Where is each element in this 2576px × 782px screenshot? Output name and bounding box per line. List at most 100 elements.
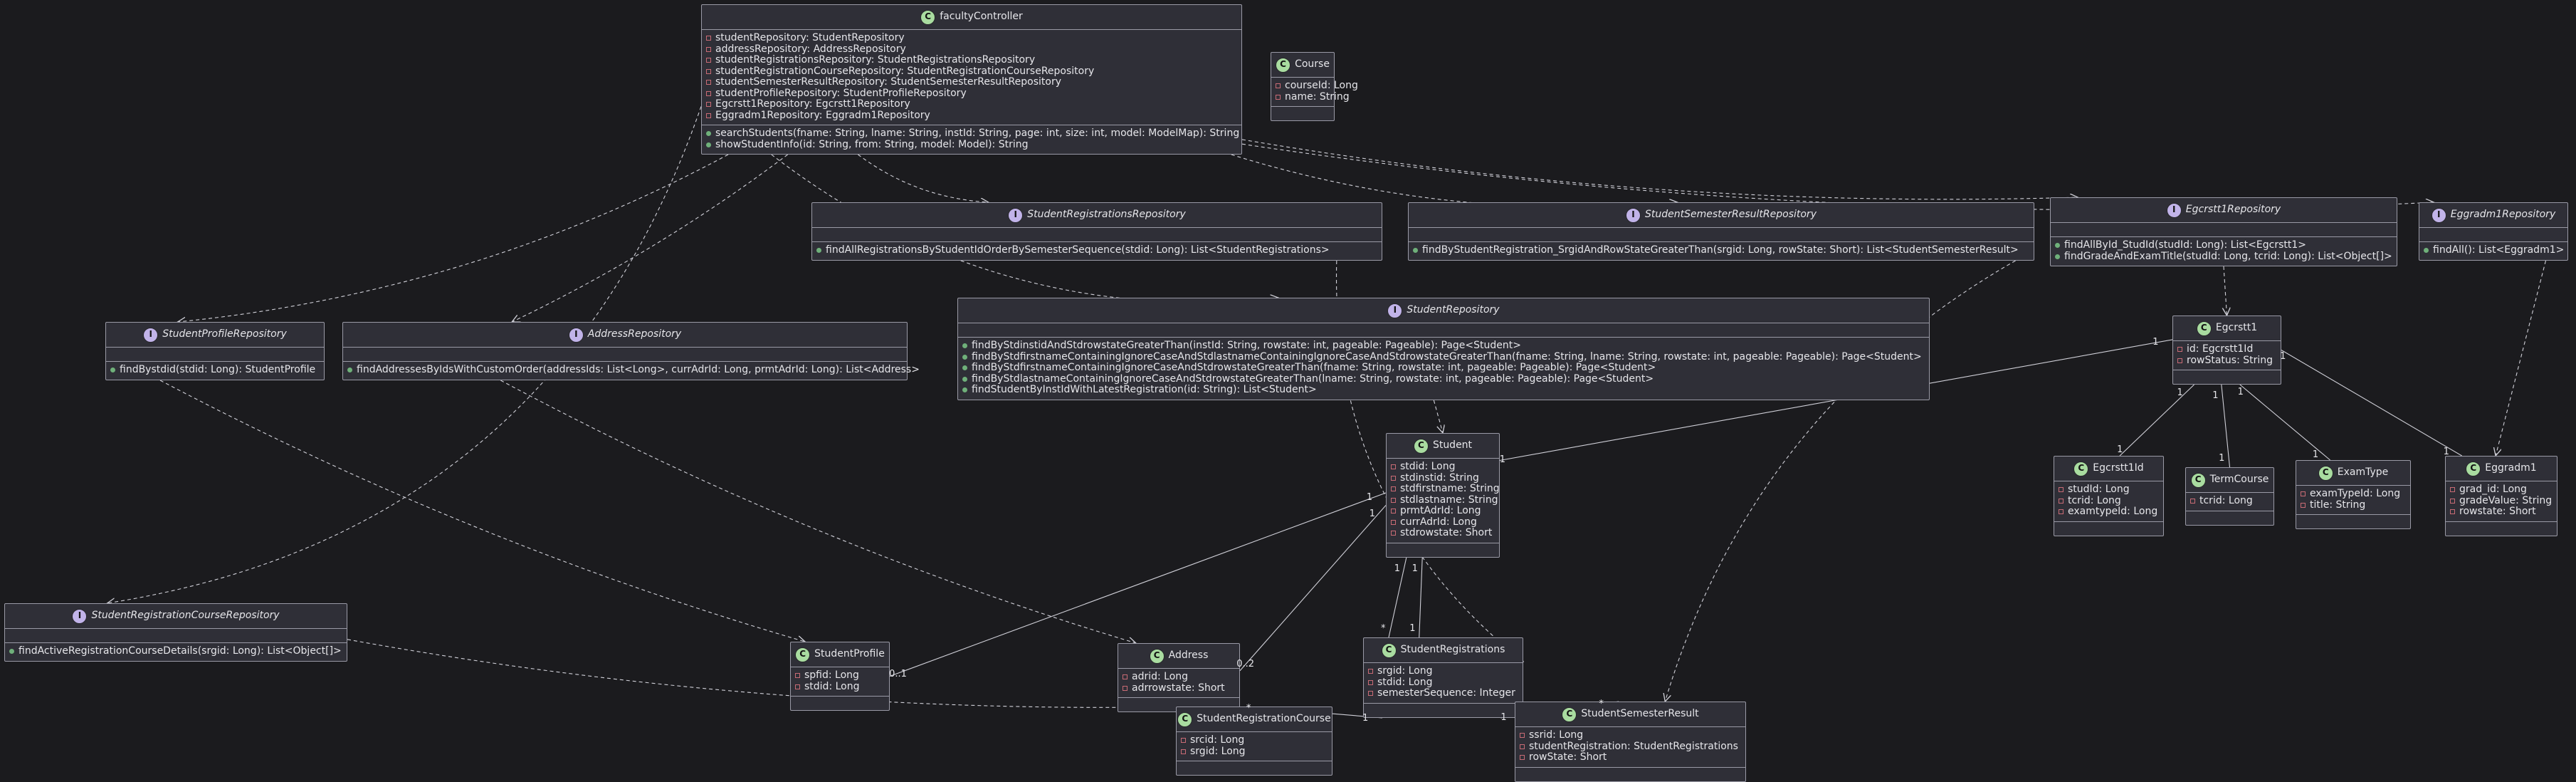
public-visibility-icon [706, 131, 711, 137]
class-box-studentProfile[interactable]: C StudentProfile spfid: Long stdid: Long [790, 642, 890, 711]
class-box-studentSemesterResultRepository[interactable]: I StudentSemesterResultRepository findBySt… [1408, 202, 2034, 261]
field-row: tcrid: Long [2059, 494, 2159, 507]
field-text: name: String [1285, 90, 1350, 103]
private-visibility-icon [1520, 744, 1525, 749]
class-box-studentRepository[interactable]: I StudentRepository findByStdinstidAndStdr… [957, 298, 1930, 400]
method-row: findBystdid(stdid: Long): StudentProfile [110, 364, 320, 376]
private-visibility-icon [2177, 347, 2182, 353]
class-box-egcrstt1[interactable]: C Egcrstt1 id: Egcrstt1Id rowStatus: String [2172, 316, 2281, 385]
private-visibility-icon [1123, 685, 1127, 691]
class-box-egcrstt1Id[interactable]: C Egcrstt1Id studId: Long tcrid: Long examty… [2054, 456, 2164, 536]
field-row: title: String [2301, 499, 2406, 511]
class-header: C StudentProfile [791, 642, 889, 667]
multiplicity-label: * [1246, 703, 1251, 714]
class-box-studentRegistrationCourseRepository[interactable]: I StudentRegistrationCourseRepository find… [4, 603, 347, 662]
field-text: srcid: Long [1190, 734, 1245, 746]
interface-stereotype-icon: I [2166, 202, 2182, 218]
class-box-studentRegistrationsRepository[interactable]: I StudentRegistrationsRepository findAllRe… [811, 202, 1382, 261]
class-name: StudentRegistrationCourseRepository [91, 610, 280, 622]
methods-section [1387, 542, 1499, 557]
field-text: tcrid: Long [2068, 494, 2121, 506]
private-visibility-icon [1391, 509, 1396, 514]
class-box-student[interactable]: C Student stdid: Long stdinstid: String stdf… [1386, 433, 1500, 558]
class-box-termCourse[interactable]: C TermCourse tcrid: Long [2185, 467, 2274, 526]
class-name: Egcrstt1 [2215, 322, 2258, 334]
class-box-addressRepository[interactable]: I AddressRepository findAddressesByIdsWith… [342, 322, 920, 380]
class-name: Student [1432, 439, 1473, 452]
field-text: stdlastname: String [1400, 494, 1498, 506]
private-visibility-icon [706, 68, 711, 74]
method-row: searchStudents(fname: String, lname: Str… [706, 127, 1239, 140]
field-text: srgid: Long [1377, 665, 1433, 677]
method-text: findByStdfirstnameContainingIgnoreCaseAn… [972, 350, 1922, 363]
method-row: showStudentInfo(id: String, from: String… [706, 139, 1237, 151]
dependency-edge [500, 380, 1135, 643]
class-header: I StudentRegistrationsRepository [812, 203, 1382, 228]
class-box-studentSemesterResult[interactable]: C StudentSemesterResult ssrid: Long student… [1515, 702, 1746, 782]
public-visibility-icon [962, 354, 967, 360]
field-text: semesterSequence: Integer [1377, 687, 1515, 699]
field-text: tcrid: Long [2199, 495, 2253, 506]
interface-stereotype-icon: I [143, 327, 159, 343]
method-text: findByStdfirstnameContainingIgnoreCaseAn… [972, 362, 1656, 373]
multiplicity-label: * [1599, 698, 1604, 709]
private-visibility-icon [1181, 749, 1186, 754]
field-row: spfid: Long [795, 669, 885, 682]
field-text: stdid: Long [1377, 676, 1433, 688]
class-box-studentProfileRepository[interactable]: I StudentProfileRepository findBystdid(std… [105, 322, 325, 380]
class-box-studentRegistrationCourse[interactable]: C StudentRegistrationCourse srcid: Long srg… [1176, 707, 1332, 776]
private-visibility-icon [2059, 509, 2064, 515]
field-row: courseId: Long [1276, 80, 1358, 92]
field-row: stdid: Long [795, 681, 885, 693]
fields-section [343, 348, 907, 361]
methods-section [2296, 514, 2410, 528]
private-visibility-icon [795, 673, 800, 679]
class-header: CfacultyController [702, 5, 1241, 30]
class-stereotype-icon: C [1413, 438, 1429, 454]
private-visibility-icon [706, 36, 711, 41]
field-text: studId: Long [2068, 484, 2130, 495]
method-row: findActiveRegistrationCourseDetails(srgi… [9, 645, 342, 657]
class-box-examType[interactable]: C ExamType examTypeId: Long title: String [2296, 460, 2411, 529]
public-visibility-icon [2055, 254, 2060, 259]
field-text: adrrowstate: Short [1132, 682, 1225, 694]
fields-section: stdid: Long stdinstid: String stdfirstname… [1387, 459, 1500, 543]
field-text: studentRepository: StudentRepository [715, 32, 905, 43]
field-row: tcrid: Long [2190, 495, 2269, 507]
class-box-facultyController[interactable]: CfacultyController studentRepository: Stu… [701, 4, 1242, 155]
fields-section: adrid: Long adrrowstate: Short [1118, 669, 1239, 697]
public-visibility-icon [962, 343, 967, 349]
multiplicity-label: 0..2 [1236, 659, 1255, 670]
method-row: findGradeAndExamTitle(studId: Long, tcri… [2055, 251, 2392, 263]
private-visibility-icon [1520, 733, 1525, 739]
private-visibility-icon [1391, 475, 1396, 481]
field-text: stdinstid: String [1400, 471, 1479, 484]
private-visibility-icon [1368, 669, 1373, 674]
class-box-eggradm1Repository[interactable]: I Eggradm1Repository findAll(): List<Eggra… [2419, 202, 2568, 261]
public-visibility-icon [2424, 248, 2429, 254]
method-row: findByStdfirstnameContainingIgnoreCaseAn… [962, 350, 1925, 363]
association-edge [1419, 557, 1423, 638]
class-name: StudentProfileRepository [162, 328, 287, 340]
private-visibility-icon [1276, 94, 1281, 100]
methods-section [2186, 510, 2273, 525]
private-visibility-icon [1391, 486, 1396, 492]
class-header: I StudentRepository [958, 298, 1929, 323]
class-header: C Egcrstt1 [2173, 316, 2281, 341]
methods-section [2446, 521, 2557, 536]
class-box-address[interactable]: C Address adrid: Long adrrowstate: Short [1118, 643, 1240, 712]
field-row: studentRegistrationCourseRepository: Stu… [706, 66, 1237, 78]
class-header: C Course [1271, 53, 1334, 78]
methods-section: findAddressesByIdsWithCustomOrder(addres… [343, 361, 920, 380]
field-text: currAdrId: Long [1400, 516, 1477, 528]
class-box-course[interactable]: C Course courseId: Long name: String [1271, 52, 1358, 121]
private-visibility-icon [2177, 358, 2182, 363]
fields-section: courseId: Long name: String [1271, 78, 1358, 106]
fields-section: srcid: Long srgid: Long [1177, 732, 1332, 761]
field-row: gradeValue: String [2450, 495, 2553, 507]
private-visibility-icon [1181, 738, 1186, 744]
class-box-eggradm1[interactable]: C Eggradm1 grad_id: Long gradeValue: String… [2445, 456, 2557, 536]
class-box-egcrstt1Repository[interactable]: I Egcrstt1Repository findAllById_StudId(st… [2050, 197, 2397, 266]
class-box-studentRegistrations[interactable]: C StudentRegistrations srgid: Long stdid: L… [1363, 637, 1523, 718]
multiplicity-label: * [1381, 623, 1386, 635]
